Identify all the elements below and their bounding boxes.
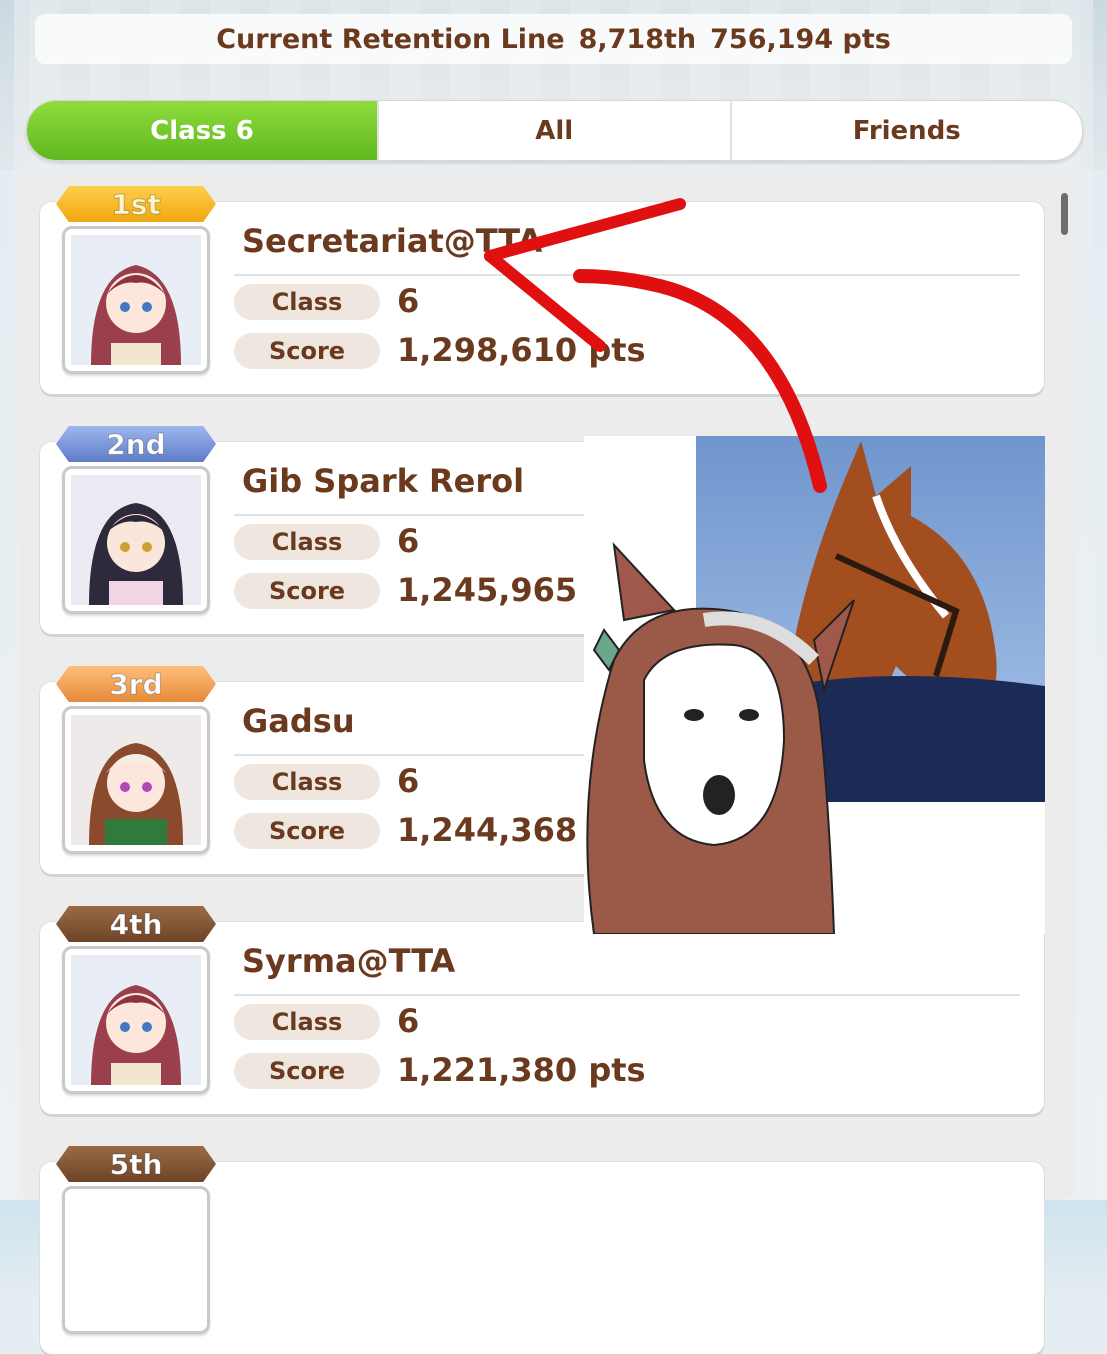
avatar <box>62 226 210 374</box>
tab-class-6[interactable]: Class 6 <box>27 101 377 160</box>
score-label: Score <box>234 573 380 609</box>
class-label: Class <box>234 524 380 560</box>
class-label: Class <box>234 1004 380 1040</box>
rank-badge: 3rd <box>56 666 216 702</box>
divider <box>234 994 1020 996</box>
red-arrow-annotation <box>484 198 827 493</box>
avatar <box>62 1186 210 1334</box>
ranking-row[interactable]: 5th <box>40 1146 1044 1354</box>
trainer-name: Gadsu <box>242 702 355 740</box>
class-label: Class <box>234 284 380 320</box>
score-label: Score <box>234 1053 380 1089</box>
avatar <box>62 706 210 854</box>
score-value: 1,221,380 pts <box>397 1051 646 1089</box>
avatar <box>62 466 210 614</box>
score-label: Score <box>234 333 380 369</box>
retention-label: Current Retention Line <box>216 23 565 55</box>
rank-badge: 5th <box>56 1146 216 1182</box>
class-value: 6 <box>397 282 420 320</box>
trainer-name: Syrma@TTA <box>242 942 456 980</box>
score-value: 1,245,965 <box>397 571 578 609</box>
tab-friends[interactable]: Friends <box>729 101 1083 160</box>
rank-badge: 1st <box>56 186 216 222</box>
retention-points: 756,194 pts <box>710 23 891 55</box>
scrollbar[interactable] <box>1061 193 1068 235</box>
rank-badge: 2nd <box>56 426 216 462</box>
ranking-row[interactable]: 4th Syrma@TTA Class 6 Score 1,221,380 pt… <box>40 906 1044 1114</box>
class-value: 6 <box>397 522 420 560</box>
score-label: Score <box>234 813 380 849</box>
score-value: 1,244,368 <box>397 811 578 849</box>
ranking-tabs: Class 6 All Friends <box>26 100 1083 161</box>
wojak-drawing <box>586 541 855 934</box>
class-value: 6 <box>397 1002 420 1040</box>
retention-rank: 8,718th <box>578 23 697 55</box>
rank-badge: 4th <box>56 906 216 942</box>
avatar <box>62 946 210 1094</box>
retention-line-banner: Current Retention Line 8,718th 756,194 p… <box>35 14 1072 64</box>
tab-all[interactable]: All <box>377 101 730 160</box>
class-label: Class <box>234 764 380 800</box>
class-value: 6 <box>397 762 420 800</box>
